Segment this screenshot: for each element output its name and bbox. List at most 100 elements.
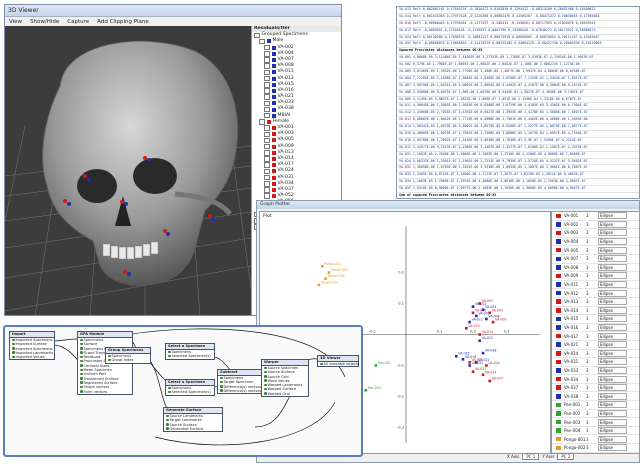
visibility-checkbox[interactable] — [264, 112, 270, 119]
legend-size[interactable]: 3 — [586, 325, 598, 330]
legend-size[interactable]: 3 — [586, 385, 598, 390]
legend-color-swatch[interactable] — [556, 394, 561, 399]
legend-color-swatch[interactable] — [556, 333, 561, 339]
port-connector-icon[interactable] — [166, 414, 169, 417]
legend-color-swatch[interactable] — [556, 359, 561, 365]
port-connector-icon[interactable] — [168, 386, 171, 389]
legend-shape-select[interactable]: Ellipse — [598, 263, 627, 271]
legend-shape-select[interactable]: Ellipse — [598, 289, 627, 297]
legend-size[interactable]: 3 — [586, 428, 598, 433]
node-warper[interactable]: Warper Source specimen Source Surface Sourc… — [261, 359, 309, 398]
menu-view[interactable]: View — [9, 19, 22, 25]
y-axis-select[interactable]: PC 2 — [557, 453, 575, 460]
legend-shape-select[interactable]: Ellipse — [598, 418, 627, 426]
legend-shape-select[interactable]: Ellipse — [598, 358, 627, 366]
port-connector-icon[interactable] — [80, 347, 83, 350]
node-port[interactable]: Selected Specimen(s) — [166, 354, 214, 358]
legend-color-swatch[interactable] — [556, 342, 561, 347]
visibility-checkbox[interactable] — [264, 131, 270, 138]
legend-shape-select[interactable]: Ellipse — [598, 375, 627, 383]
port-connector-icon[interactable] — [108, 354, 111, 357]
visibility-checkbox[interactable] — [264, 44, 270, 51]
port-connector-icon[interactable] — [264, 370, 267, 374]
port-connector-icon[interactable] — [166, 427, 169, 430]
legend-row[interactable]: VA-004 3 Ellipse — [552, 238, 639, 247]
visibility-checkbox[interactable] — [264, 187, 270, 193]
legend-row[interactable]: VA-016 3 Ellipse — [552, 324, 639, 333]
legend-color-swatch[interactable] — [556, 299, 561, 304]
legend-shape-select[interactable]: Ellipse — [598, 341, 627, 349]
legend-row[interactable]: Pan-004 3 Ellipse — [552, 427, 639, 436]
legend-shape-select[interactable]: Ellipse — [598, 366, 627, 374]
visibility-checkbox[interactable] — [264, 193, 270, 199]
visibility-checkbox[interactable] — [259, 119, 265, 125]
legend-row[interactable]: VA-013 3 Ellipse — [552, 298, 639, 307]
legend-shape-select[interactable]: Ellipse — [598, 298, 627, 306]
visibility-checkbox[interactable] — [259, 38, 265, 45]
legend-size[interactable]: 3 — [586, 437, 598, 442]
node-subtract[interactable]: Subtract Specimens Target Specimen Differen… — [217, 369, 263, 395]
legend-color-swatch[interactable] — [556, 273, 561, 279]
port-connector-icon[interactable] — [80, 359, 83, 363]
port-connector-icon[interactable] — [168, 350, 171, 353]
visibility-checkbox[interactable] — [264, 94, 270, 100]
legend-size[interactable]: 3 — [586, 222, 598, 227]
port-connector-icon[interactable] — [80, 381, 83, 384]
legend-row[interactable]: VA-007 3 Ellipse — [552, 255, 639, 264]
port-connector-icon[interactable] — [108, 358, 111, 362]
legend-color-swatch[interactable] — [556, 265, 561, 270]
port-connector-icon[interactable] — [12, 338, 15, 341]
legend-row[interactable]: Pan-002 3 Ellipse — [552, 409, 639, 419]
visibility-checkbox[interactable] — [264, 100, 270, 107]
port-connector-icon[interactable] — [80, 368, 83, 372]
port-connector-icon[interactable] — [12, 347, 15, 350]
legend-row[interactable]: VA-005 3 Ellipse — [552, 246, 639, 255]
visibility-checkbox[interactable] — [264, 69, 270, 76]
node-group[interactable]: Group Specimens Specimens Group Index — [105, 347, 151, 364]
legend-color-swatch[interactable] — [556, 411, 561, 416]
legend-row[interactable]: Pongo-001 3 Ellipse — [552, 435, 639, 445]
visibility-checkbox[interactable] — [264, 75, 270, 82]
port-connector-icon[interactable] — [264, 383, 267, 387]
legend-size[interactable]: 3 — [586, 420, 598, 425]
legend-row[interactable]: VA-024 3 Ellipse — [552, 349, 639, 359]
menu-show-hide[interactable]: Show/Hide — [30, 19, 59, 25]
port-connector-icon[interactable] — [264, 379, 267, 382]
legend-color-swatch[interactable] — [556, 445, 561, 451]
port-connector-icon[interactable] — [12, 342, 15, 346]
menu-capture[interactable]: Capture — [67, 19, 89, 25]
legend-shape-select[interactable]: Ellipse — [598, 444, 627, 452]
legend-color-swatch[interactable] — [556, 428, 561, 433]
legend-color-swatch[interactable] — [556, 239, 561, 244]
legend-size[interactable]: 3 — [586, 394, 598, 399]
legend-size[interactable]: 3 — [586, 316, 598, 321]
legend-row[interactable]: VA-038 3 Ellipse — [552, 392, 639, 402]
node-port[interactable]: Generated Surface — [164, 427, 222, 431]
node-port[interactable]: Group Index — [106, 358, 150, 362]
port-connector-icon[interactable] — [220, 380, 223, 384]
legend-shape-select[interactable]: Ellipse — [598, 392, 627, 400]
legend-color-swatch[interactable] — [556, 351, 561, 356]
node-port[interactable]: Warped Grid — [262, 392, 308, 396]
visibility-checkbox[interactable] — [254, 32, 260, 39]
legend-shape-select[interactable]: Ellipse — [598, 427, 627, 435]
legend-row[interactable]: VA-034 3 Ellipse — [552, 375, 639, 384]
port-connector-icon[interactable] — [264, 375, 267, 378]
legend-size[interactable]: 3 — [586, 282, 598, 287]
legend-row[interactable]: VA-009 3 Ellipse — [552, 272, 639, 281]
legend-size[interactable]: 3 — [586, 411, 598, 416]
legend-row[interactable]: VA-008 3 Ellipse — [552, 263, 639, 273]
legend-color-swatch[interactable] — [556, 282, 561, 287]
legend-row[interactable]: VA-003 3 Ellipse — [552, 229, 639, 238]
legend-color-swatch[interactable] — [556, 222, 561, 227]
legend-row[interactable]: VA-002 3 Ellipse — [552, 220, 639, 230]
node-port[interactable]: All viewable objects — [318, 362, 359, 366]
port-connector-icon[interactable] — [220, 389, 223, 392]
3d-viewport[interactable] — [5, 26, 251, 315]
port-connector-icon[interactable] — [80, 385, 83, 389]
legend-row[interactable]: VA-012 3 Ellipse — [552, 289, 639, 298]
legend-shape-select[interactable]: Ellipse — [598, 306, 627, 314]
port-connector-icon[interactable] — [80, 355, 83, 359]
legend-color-swatch[interactable] — [556, 247, 561, 253]
port-connector-icon[interactable] — [80, 351, 83, 354]
